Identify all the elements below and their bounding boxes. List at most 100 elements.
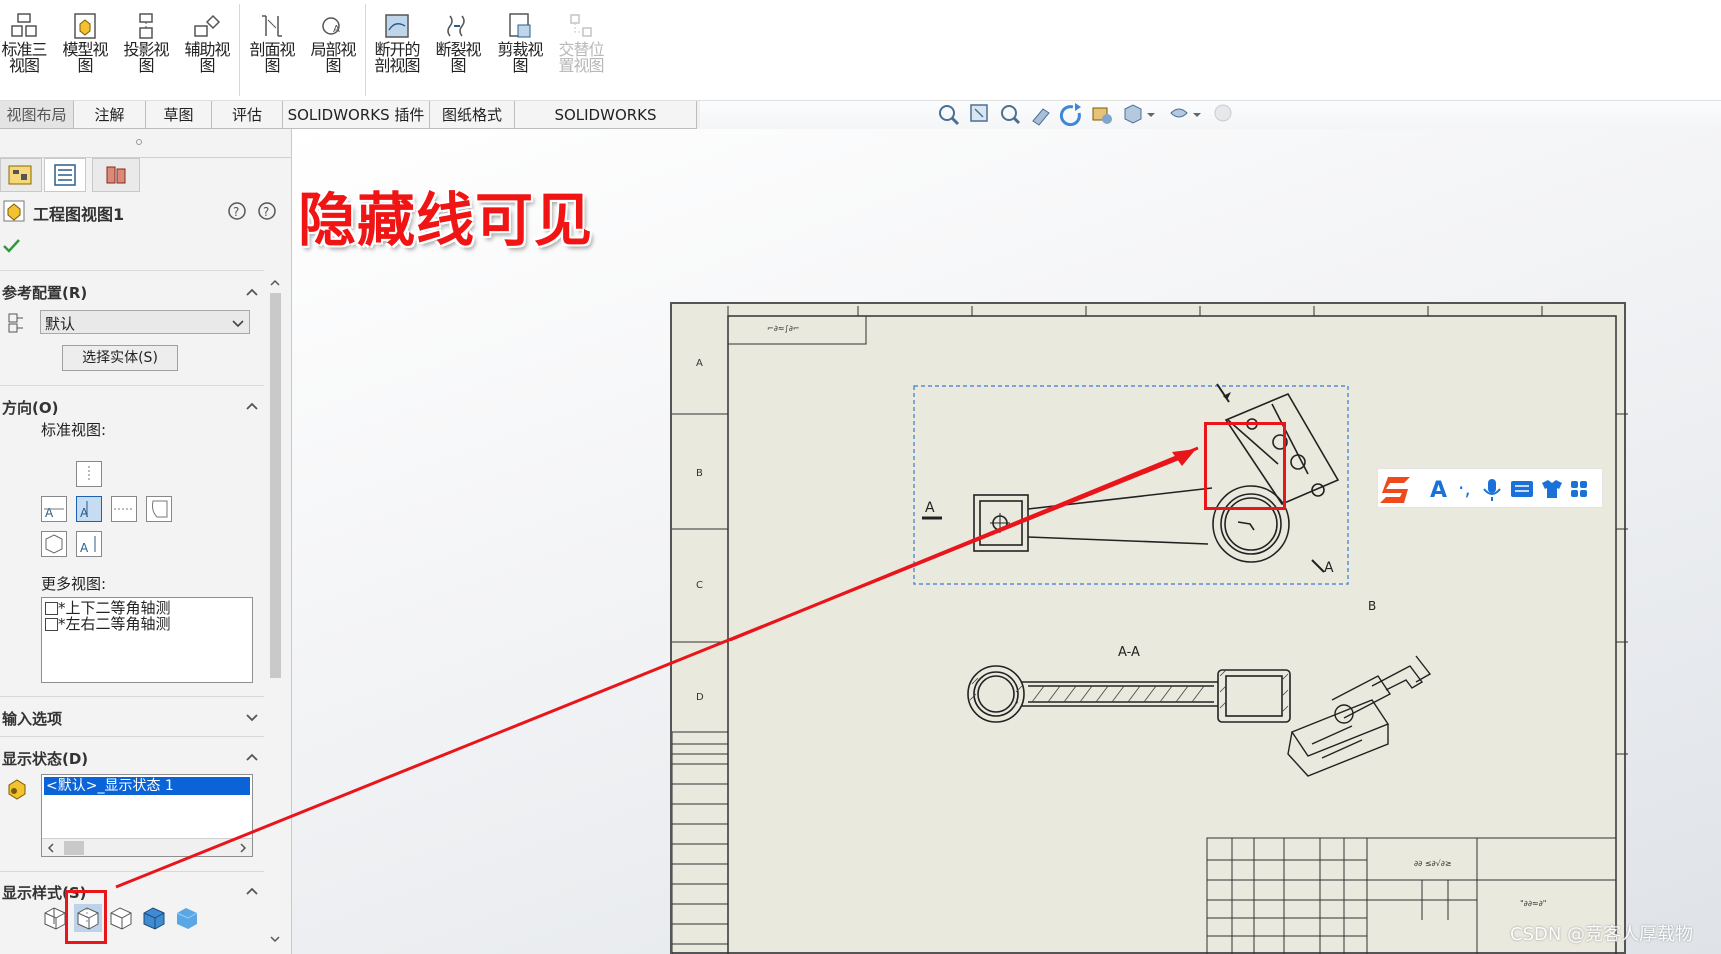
alternate-position-view-button[interactable]: 交替位 置视图 (551, 6, 611, 76)
top-view-icon (88, 466, 90, 482)
section-line-label: A (1324, 560, 1334, 576)
button-label-line2: 置视图 (558, 56, 604, 75)
sogou-logo-icon[interactable] (1380, 477, 1410, 503)
tab-feature-manager[interactable] (0, 158, 42, 192)
ime-mode-icon: A (1430, 478, 1447, 503)
view-orientation-icon[interactable] (1124, 104, 1155, 124)
section-view-button[interactable]: 剖面视 图 (242, 6, 302, 76)
crop-view-button[interactable]: 剪裁视 图 (490, 6, 550, 76)
model-view-button[interactable]: 模型视 图 (55, 6, 115, 76)
divider (0, 736, 264, 737)
previous-view-icon[interactable] (1032, 108, 1050, 126)
zoom-in-out-icon[interactable] (1001, 105, 1021, 125)
microphone-icon[interactable] (1483, 479, 1501, 501)
scroll-left-icon[interactable] (46, 842, 56, 854)
crop-view-icon (509, 13, 531, 38)
button-label-line2: 视图 (8, 56, 40, 75)
tab-sheet-format[interactable]: 图纸格式 (430, 101, 515, 129)
detail-view-button[interactable]: A 局部视 图 (303, 6, 363, 76)
drawing-sheet[interactable]: ⌐∂≈∫∂⌐ A B C D A A B A-A ∂∂ ≤∂√∂≥ "∂∂≈∂" (670, 302, 1628, 954)
tab-view-layout[interactable]: 视图布局 (0, 101, 74, 129)
scroll-thumb[interactable] (64, 841, 84, 855)
zoom-to-fit-icon[interactable] (939, 105, 960, 126)
apply-scene-icon[interactable] (1092, 107, 1112, 124)
alternate-position-icon (570, 14, 592, 37)
rotate-view-icon[interactable] (1059, 103, 1081, 127)
zoom-to-area-icon[interactable] (970, 104, 988, 122)
panel-splitter-handle[interactable] (136, 139, 142, 145)
back-view-icon (152, 500, 168, 518)
view-left-button[interactable]: A (76, 531, 102, 557)
svg-text:?: ? (263, 205, 269, 219)
tab-solidworks-addins[interactable]: SOLIDWORKS 插件 (283, 101, 430, 129)
scroll-down-icon[interactable] (269, 933, 281, 945)
shaded-with-edges-style-icon[interactable] (140, 904, 168, 932)
list-item[interactable]: *左右二等角轴测 (45, 616, 171, 632)
standard-3-view-button[interactable]: 标准三 视图 (0, 6, 54, 76)
scroll-thumb[interactable] (270, 293, 281, 678)
import-options-header[interactable]: 输入选项 (2, 708, 62, 729)
more-views-label: 更多视图: (41, 575, 107, 593)
auxiliary-view-button[interactable]: 辅助视 图 (177, 6, 237, 76)
broken-out-section-button[interactable]: 断开的 剖视图 (367, 6, 427, 76)
projected-view-button[interactable]: 投影视 图 (116, 6, 176, 76)
collapse-chevron-up-icon[interactable] (244, 883, 260, 899)
chevron-down-icon (232, 320, 244, 328)
checkbox[interactable] (45, 602, 58, 615)
heads-up-view-toolbar (939, 103, 1232, 127)
list-item[interactable]: *上下二等角轴测 (45, 600, 171, 616)
collapse-chevron-up-icon[interactable] (244, 284, 260, 300)
current-view-icon: A (80, 501, 89, 520)
horizontal-scrollbar[interactable] (42, 838, 252, 856)
view-isometric-button[interactable] (41, 531, 67, 557)
view-right-button[interactable] (111, 496, 137, 522)
view-top-button[interactable] (76, 461, 102, 487)
tab-sketch[interactable]: 草图 (146, 101, 212, 129)
keyboard-icon[interactable] (1511, 481, 1533, 497)
select-bodies-button[interactable]: 选择实体(S) (62, 345, 178, 371)
orientation-header[interactable]: 方向(O) (2, 397, 58, 418)
shaded-style-icon[interactable] (173, 904, 201, 932)
hide-show-items-icon[interactable] (1170, 108, 1201, 118)
list-item-selected[interactable]: <默认>_显示状态 1 (44, 777, 250, 795)
whats-wrong-help-icon[interactable]: ? (226, 200, 248, 222)
expand-chevron-down-icon[interactable] (244, 710, 260, 726)
tab-configuration-manager[interactable] (92, 158, 140, 192)
view-label: B (1368, 599, 1376, 613)
tab-annotation[interactable]: 注解 (74, 101, 146, 129)
skin-shirt-icon[interactable] (1542, 480, 1562, 498)
ok-checkmark-icon[interactable] (2, 237, 22, 255)
tab-solidworks-inspection[interactable]: SOLIDWORKS Inspection (515, 101, 697, 152)
help-icon[interactable]: ? (256, 200, 278, 222)
svg-text:?: ? (233, 205, 239, 219)
configuration-dropdown[interactable]: 默认 (40, 310, 250, 334)
tab-property-manager[interactable] (44, 158, 86, 192)
scroll-up-icon[interactable] (269, 277, 281, 289)
tab-evaluate[interactable]: 评估 (212, 101, 283, 129)
panel-vertical-scrollbar[interactable] (267, 275, 284, 950)
panel-title: 工程图视图1 (33, 205, 125, 224)
ime-toolbar[interactable]: A ·, (1377, 468, 1603, 508)
reference-config-header[interactable]: 参考配置(R) (2, 282, 87, 303)
zone-letter: C (696, 580, 703, 591)
scroll-right-icon[interactable] (238, 842, 248, 854)
zone-letter: B (696, 468, 703, 479)
checkbox[interactable] (45, 618, 58, 631)
divider (0, 385, 264, 386)
hidden-lines-removed-style-icon[interactable] (107, 904, 135, 932)
button-label-line2: 图 (512, 56, 528, 75)
collapse-chevron-up-icon[interactable] (244, 749, 260, 765)
right-view-icon (114, 508, 134, 510)
display-state-header[interactable]: 显示状态(D) (2, 748, 88, 769)
break-view-button[interactable]: 断裂视 图 (428, 6, 488, 76)
projected-view-icon (139, 13, 153, 39)
standard-3view-icon (11, 13, 37, 37)
view-front-button[interactable]: A (41, 496, 67, 522)
appearance-icon[interactable] (1214, 104, 1232, 122)
more-view-item-label: *左右二等角轴测 (58, 615, 171, 633)
section-line-label: A (925, 500, 935, 516)
view-back-button[interactable] (146, 496, 172, 522)
toolbox-grid-icon[interactable] (1571, 481, 1587, 497)
collapse-chevron-up-icon[interactable] (244, 398, 260, 414)
view-current-button[interactable]: A (76, 496, 102, 522)
